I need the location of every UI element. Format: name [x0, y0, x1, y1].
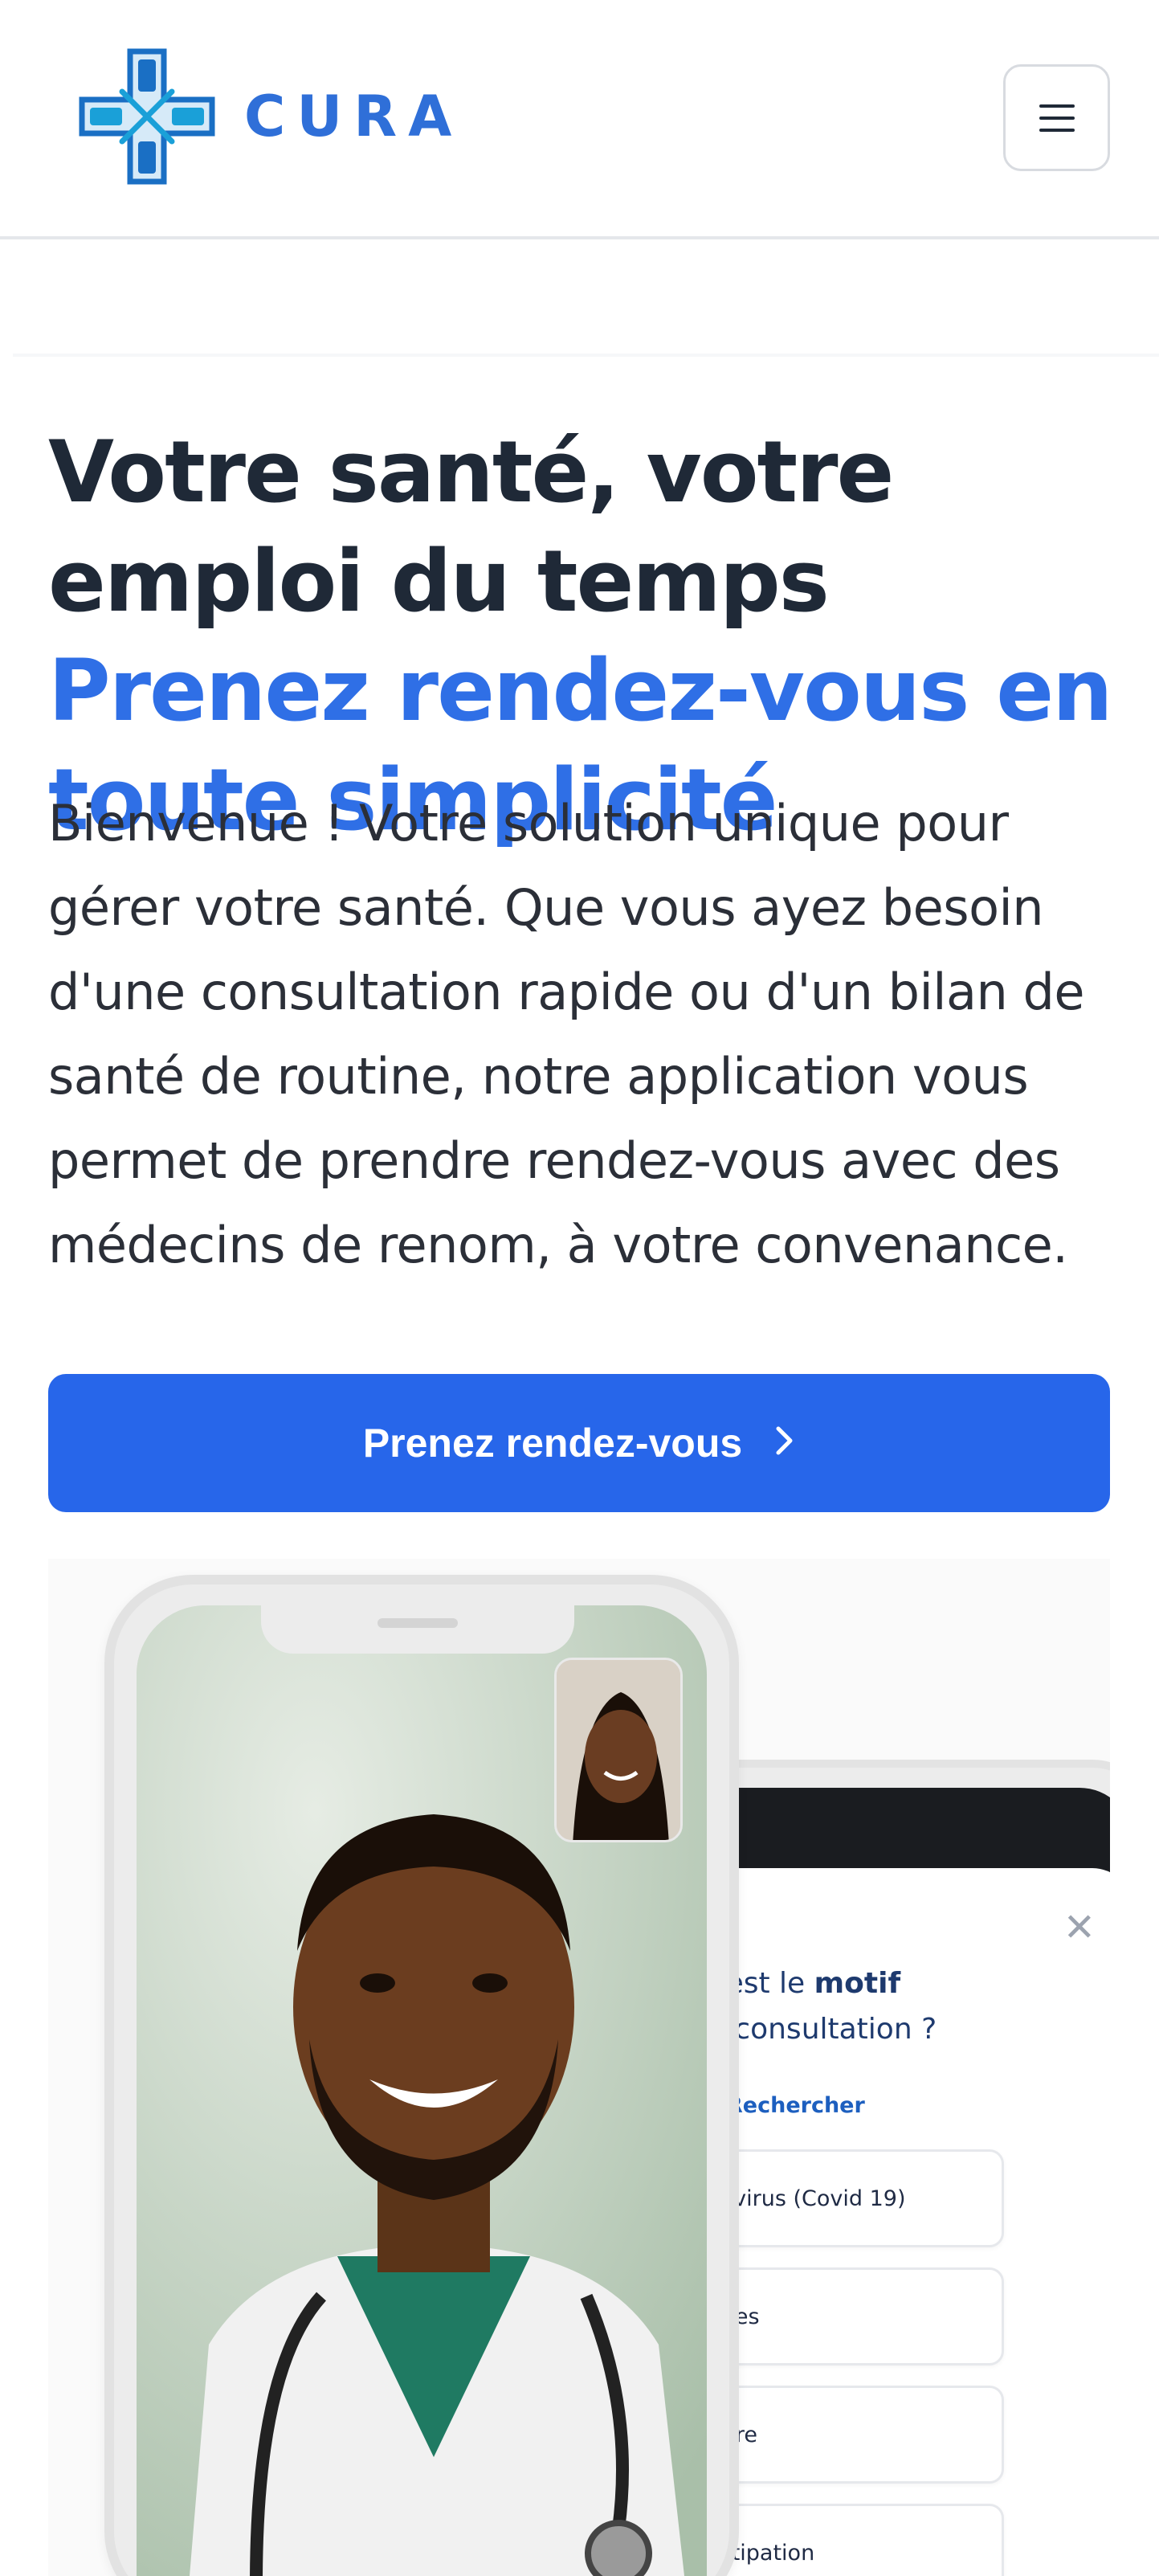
- hero-title-main: Votre santé, votre emploi du temps: [48, 423, 894, 631]
- hamburger-line: [1039, 128, 1075, 132]
- book-appointment-button[interactable]: Prenez rendez-vous: [48, 1374, 1110, 1512]
- patient-video-thumbnail: [554, 1658, 683, 1842]
- consultation-reason-panel: ✕ el est le motif éléconsultation ? Reche…: [683, 1868, 1110, 2576]
- video-call-screen: [137, 1605, 707, 2576]
- search-label: Rechercher: [726, 2093, 865, 2118]
- hamburger-menu-icon: [1039, 104, 1075, 108]
- hamburger-line: [1039, 116, 1075, 120]
- section-divider: [13, 354, 1159, 357]
- phone-notch: [261, 1605, 574, 1654]
- speaker-grille: [377, 1618, 458, 1628]
- chevron-right-icon: [774, 1420, 795, 1466]
- site-header: CURA: [0, 0, 1159, 239]
- hamburger-menu-button[interactable]: [1003, 64, 1110, 171]
- brand-logo[interactable]: CURA: [74, 43, 463, 190]
- app-mockup-illustration: ✕ el est le motif éléconsultation ? Reche…: [48, 1559, 1110, 2576]
- question-bold: motif: [814, 1967, 901, 2000]
- hero-description: Bienvenue ! Votre solution unique pour g…: [48, 794, 1084, 1274]
- phone-screen: ✕ el est le motif éléconsultation ? Reche…: [683, 1788, 1110, 2576]
- consultation-question: el est le motif éléconsultation ?: [691, 1961, 1012, 2052]
- patient-photo: [557, 1660, 680, 1840]
- medical-cross-syringe-icon: [79, 48, 215, 185]
- book-appointment-label: Prenez rendez-vous: [362, 1421, 743, 1466]
- brand-name: CURA: [244, 84, 463, 149]
- video-call-phone: [104, 1575, 739, 2576]
- close-icon: ✕: [1063, 1905, 1096, 1950]
